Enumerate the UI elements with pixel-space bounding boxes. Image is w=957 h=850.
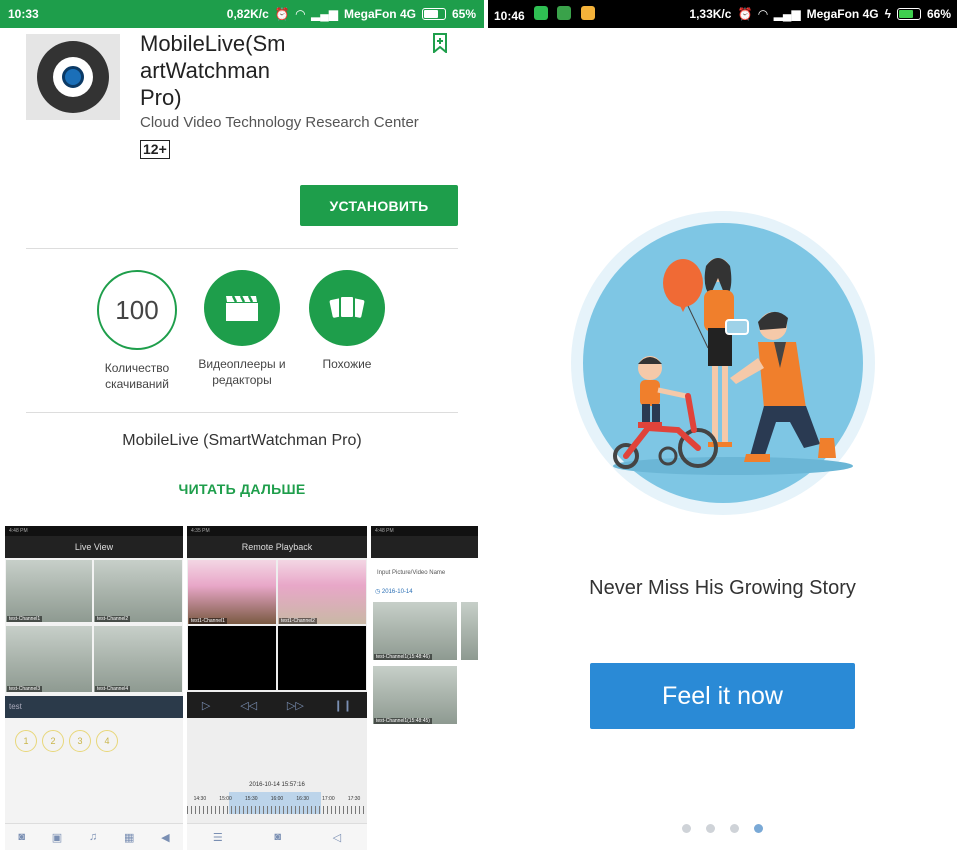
feel-it-now-button[interactable]: Feel it now xyxy=(590,663,855,729)
alarm-icon: ⏰ xyxy=(274,7,290,21)
page-indicator xyxy=(488,824,957,833)
status-bar: 10:33 0,82K/c ⏰ ◠ ▂▄▆ MegaFon 4G 65% xyxy=(0,0,484,28)
downloads-stat[interactable]: 100 Количество скачиваний xyxy=(82,270,192,392)
charging-icon: ϟ xyxy=(884,7,891,21)
clapperboard-icon xyxy=(204,270,280,346)
notes-icon xyxy=(580,5,595,20)
carrier-name: MegaFon 4G xyxy=(343,7,416,21)
battery-icon xyxy=(421,8,446,20)
alarm-icon: ⏰ xyxy=(737,7,753,21)
install-button[interactable]: УСТАНОВИТЬ xyxy=(300,185,458,226)
camera-icon: ◙ xyxy=(274,831,282,843)
wishlist-bookmark-icon[interactable] xyxy=(432,33,448,53)
divider xyxy=(26,248,458,249)
divider xyxy=(26,412,458,413)
family-illustration xyxy=(571,211,875,515)
battery-icon xyxy=(896,8,921,20)
similar-cards-icon xyxy=(309,270,385,346)
page-dot-active[interactable] xyxy=(754,824,763,833)
status-bar: 10:46 1,33K/c ⏰ ◠ ▂▄▆ MegaFon 4G ϟ 66% xyxy=(488,0,957,28)
play-icon: ▷ xyxy=(201,699,211,712)
developer-link[interactable]: Cloud Video Technology Research Center xyxy=(140,114,419,131)
status-time: 10:33 xyxy=(8,7,39,21)
onboarding-tagline: Never Miss His Growing Story xyxy=(589,577,856,599)
screenshot-live-view[interactable]: 4:48 PM Live View test-Channel1 test-Cha… xyxy=(5,526,183,850)
network-speed: 1,33K/c xyxy=(689,7,732,21)
pause-icon: ❙❙ xyxy=(333,699,353,712)
network-speed: 0,82K/c xyxy=(226,7,269,21)
carrier-name: MegaFon 4G xyxy=(806,7,879,21)
play-store-panel: 10:33 0,82K/c ⏰ ◠ ▂▄▆ MegaFon 4G 65% Mob… xyxy=(0,0,484,850)
whatsapp-icon xyxy=(534,5,549,20)
app-onboarding-panel: 10:46 1,33K/c ⏰ ◠ ▂▄▆ MegaFon 4G ϟ 66% N… xyxy=(488,0,957,850)
app-title: MobileLive(Sm artWatchman Pro) xyxy=(140,31,286,110)
category-stat[interactable]: Видеоплееры и редакторы xyxy=(187,270,297,388)
screenshot-gallery[interactable]: 4:48 PM Input Picture/Video Name ◷ 2016-… xyxy=(371,526,478,850)
similar-stat[interactable]: Похожие xyxy=(292,270,402,372)
grid-icon: ▦ xyxy=(123,831,135,844)
mic-icon: ♫ xyxy=(88,831,98,843)
read-more-button[interactable]: ЧИТАТЬ ДАЛЬШЕ xyxy=(0,481,484,497)
page-dot[interactable] xyxy=(682,824,691,833)
signal-icon: ▂▄▆ xyxy=(773,7,801,21)
camera-icon: ◙ xyxy=(18,831,26,843)
app-description: MobileLive (SmartWatchman Pro) xyxy=(122,432,362,449)
page-dot[interactable] xyxy=(730,824,739,833)
notification-app-icon xyxy=(557,5,572,20)
rewind-icon: ◁◁ xyxy=(240,699,258,712)
record-icon: ▣ xyxy=(51,831,63,844)
speaker-icon: ◀ xyxy=(161,831,170,844)
screenshot-remote-playback[interactable]: 4:35 PM Remote Playback test1-Channel1 t… xyxy=(187,526,367,850)
battery-level: 65% xyxy=(451,7,476,21)
wifi-icon: ◠ xyxy=(295,7,305,21)
signal-icon: ▂▄▆ xyxy=(310,7,338,21)
app-icon xyxy=(26,34,120,120)
status-time: 10:46 xyxy=(494,5,595,23)
wifi-icon: ◠ xyxy=(758,7,768,21)
age-rating-badge: 12+ xyxy=(140,140,170,159)
downloads-circle: 100 xyxy=(97,270,177,350)
list-icon: ☰ xyxy=(212,831,223,844)
sound-icon: ◁ xyxy=(332,831,342,844)
battery-level: 66% xyxy=(926,7,951,21)
forward-icon: ▷▷ xyxy=(286,699,304,712)
page-dot[interactable] xyxy=(706,824,715,833)
